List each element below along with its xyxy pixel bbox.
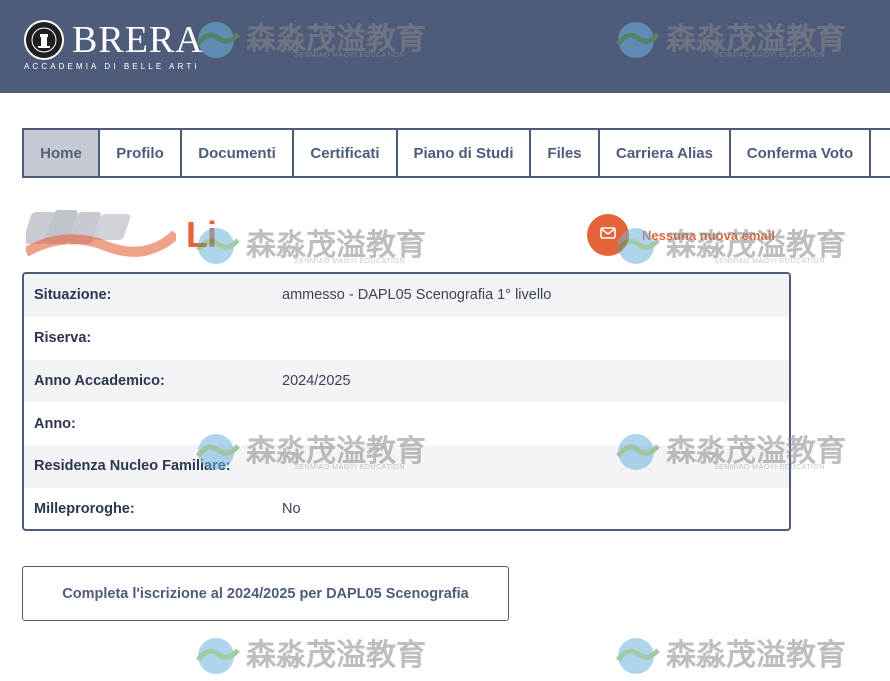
row-value: No	[282, 501, 301, 518]
watermark-text: 森淼茂溢教育	[246, 638, 426, 673]
status-row-riserva: Riserva:	[24, 317, 789, 360]
complete-enrollment-button[interactable]: Completa l'iscrizione al 2024/2025 per D…	[22, 566, 509, 621]
tab-piano-di-studi[interactable]: Piano di Studi	[396, 128, 531, 178]
brand-name: BRERA	[72, 19, 204, 61]
status-row-anno-accademico: Anno Accademico: 2024/2025	[24, 359, 789, 403]
tab-home[interactable]: Home	[22, 128, 100, 178]
row-label: Residenza Nucleo Familiare:	[34, 458, 231, 475]
tab-more[interactable]	[869, 128, 890, 178]
status-row-anno: Anno:	[24, 402, 789, 445]
status-row-milleproroghe: Milleproroghe: No	[24, 488, 789, 529]
envelope-icon	[600, 226, 616, 244]
profile-row: Li Nessuna nuova email	[0, 200, 890, 270]
tab-profilo[interactable]: Profilo	[98, 128, 182, 178]
mail-status[interactable]: Nessuna nuova email	[642, 228, 775, 243]
row-label: Riserva:	[34, 330, 92, 347]
row-label: Anno Accademico:	[34, 372, 165, 389]
user-initials: Li	[186, 214, 217, 255]
row-label: Milleproroghe:	[34, 501, 135, 518]
student-status-card: Situazione: ammesso - DAPL05 Scenografia…	[22, 272, 791, 531]
watermark: 森淼茂溢教育	[614, 636, 846, 681]
mail-button[interactable]	[587, 214, 629, 256]
main-nav: Home Profilo Documenti Certificati Piano…	[22, 128, 890, 178]
tab-conferma-voto[interactable]: Conferma Voto	[729, 128, 871, 178]
tab-files[interactable]: Files	[529, 128, 600, 178]
academy-emblem-icon	[24, 20, 64, 60]
tab-certificati[interactable]: Certificati	[292, 128, 398, 178]
row-value: 2024/2025	[282, 372, 351, 389]
row-label: Anno:	[34, 415, 76, 432]
row-label: Situazione:	[34, 287, 112, 304]
watermark-text: 森淼茂溢教育	[666, 638, 846, 673]
status-row-residenza: Residenza Nucleo Familiare:	[24, 445, 789, 488]
app-header: BRERA ACCADEMIA DI BELLE ARTI	[0, 0, 890, 93]
brand-tagline: ACCADEMIA DI BELLE ARTI	[24, 62, 200, 71]
status-row-situazione: Situazione: ammesso - DAPL05 Scenografia…	[24, 274, 789, 317]
tab-carriera-alias[interactable]: Carriera Alias	[598, 128, 731, 178]
tab-documenti[interactable]: Documenti	[180, 128, 294, 178]
row-value: ammesso - DAPL05 Scenografia 1° livello	[282, 287, 552, 304]
watermark: 森淼茂溢教育	[194, 636, 426, 681]
profile-photo	[22, 206, 180, 266]
